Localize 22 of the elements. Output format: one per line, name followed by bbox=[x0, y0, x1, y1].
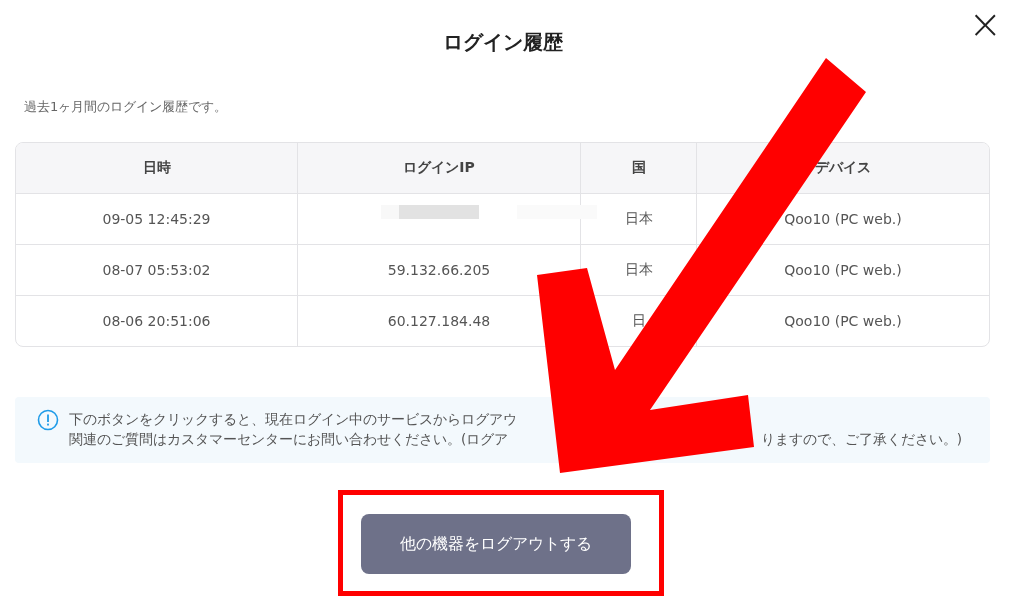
table-cell: 08-07 05:53:02 bbox=[102, 262, 211, 278]
notice-text: 関連のご質問はカスタマーセンターにお問い合わせください。(ログア bbox=[69, 430, 509, 449]
logout-other-devices-button[interactable]: 他の機器をログアウトする bbox=[360, 514, 631, 574]
table-cell: Qoo10 (PC web.) bbox=[784, 262, 902, 278]
column-header: ログインIP bbox=[298, 143, 581, 194]
table-cell: Qoo10 (PC web.) bbox=[784, 313, 902, 329]
close-button[interactable]: × bbox=[964, 4, 1006, 44]
table-cell: 日 bbox=[631, 312, 646, 330]
column-header: 国 bbox=[581, 143, 697, 194]
info-icon bbox=[37, 409, 59, 431]
table-cell: 08-06 20:51:06 bbox=[102, 313, 211, 329]
dialog-title: ログイン履歴 bbox=[442, 28, 563, 56]
table-cell: Qoo10 (PC web.) bbox=[784, 211, 902, 227]
table-cell: 09-05 12:45:29 bbox=[102, 211, 211, 227]
notice-text: りますので、ご了承ください。) bbox=[760, 430, 962, 449]
notice-text: 下のボタンをクリックすると、現在ログイン中のサービスからログアウ bbox=[69, 410, 517, 429]
table-cell: 日本 bbox=[624, 261, 653, 279]
table-cell: 59.132.66.205 bbox=[387, 262, 491, 278]
column-header: 日時 bbox=[16, 143, 298, 194]
table-cell: 60.127.184.48 bbox=[387, 313, 491, 329]
table-cell: 日本 bbox=[624, 210, 653, 228]
subtitle: 過去1ヶ月間のログイン履歴です。 bbox=[24, 98, 229, 116]
